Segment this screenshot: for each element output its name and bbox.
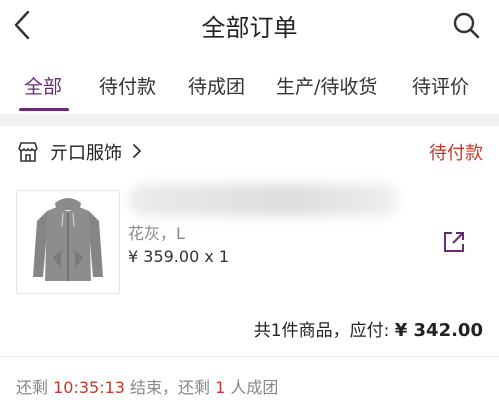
shop-name[interactable]: 亓口服饰 [50, 139, 122, 165]
page-title: 全部订单 [201, 14, 298, 42]
order-status-label: 待付款 [429, 143, 483, 164]
tab-pending-payment[interactable]: 待付款 [99, 72, 156, 99]
search-icon [453, 12, 480, 39]
divider [0, 356, 499, 357]
countdown-suffix: 人成团 [225, 378, 279, 397]
tab-pending-review[interactable]: 待评价 [412, 72, 469, 99]
product-variant: 花灰，L [128, 224, 185, 243]
product-title-redacted [128, 184, 398, 216]
order-status-tabs: 全部 待付款 待成团 生产/待收货 待评价 [0, 66, 499, 112]
product-price: ¥ 359.00 x 1 [128, 247, 229, 266]
search-button[interactable] [451, 10, 481, 40]
countdown-prefix: 还剩 [16, 378, 54, 397]
group-countdown: 还剩 10:35:13 结束，还剩 1 人成团 [16, 374, 278, 398]
unit-price: ¥ 359.00 [128, 247, 200, 266]
chevron-right-icon [133, 144, 141, 158]
tab-all[interactable]: 全部 [24, 72, 62, 99]
total-amount: ¥ 342.00 [394, 320, 483, 341]
order-total: 共1件商品，应付: ¥ 342.00 [254, 316, 483, 341]
share-icon[interactable] [441, 229, 467, 255]
product-thumbnail[interactable] [16, 190, 120, 294]
top-nav-bar: 全部订单 [0, 0, 499, 52]
shop-row[interactable]: 亓口服饰 待付款 [0, 134, 499, 174]
store-icon [18, 142, 38, 162]
countdown-middle: 结束，还剩 [124, 378, 216, 397]
quantity: x 1 [204, 247, 230, 266]
active-tab-indicator [19, 108, 69, 111]
remaining-count: 1 [215, 378, 226, 397]
tab-production-pending-receipt[interactable]: 生产/待收货 [276, 72, 377, 99]
total-prefix: 共1件商品，应付: [253, 321, 395, 341]
tab-pending-group[interactable]: 待成团 [188, 72, 245, 99]
countdown-time: 10:35:13 [53, 378, 125, 397]
section-divider [0, 114, 499, 126]
hoodie-image [33, 198, 103, 281]
